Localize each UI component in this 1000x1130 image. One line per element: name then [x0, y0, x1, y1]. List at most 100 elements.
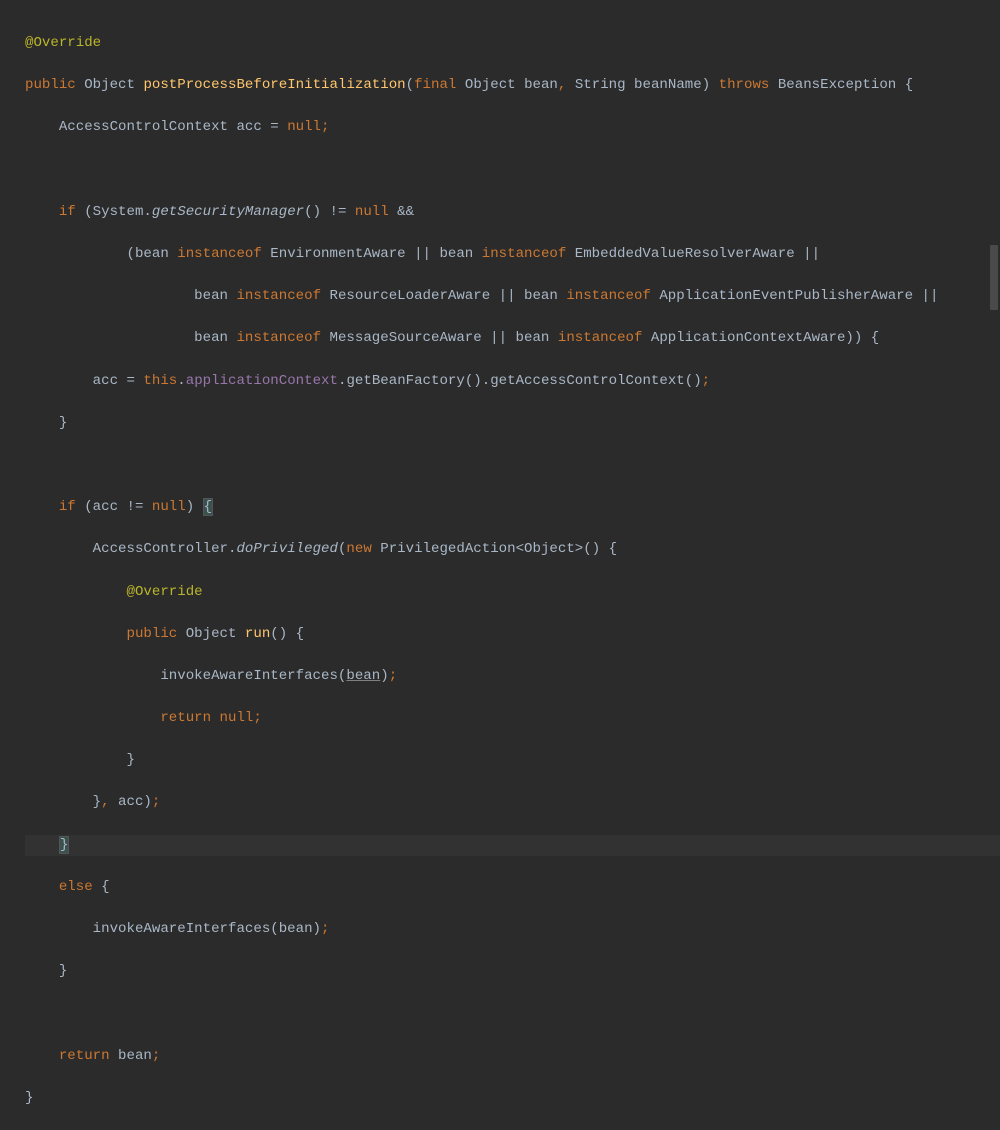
code-text: [456, 77, 464, 93]
keyword-if: if: [25, 204, 76, 220]
captured-variable: bean: [346, 668, 380, 684]
code-text: ): [380, 668, 388, 684]
annotation: @Override: [25, 35, 101, 51]
code-text: {: [93, 879, 110, 895]
semicolon: ;: [152, 1048, 160, 1064]
keyword-null: null: [287, 119, 321, 135]
code-text: [25, 710, 160, 726]
code-text: AccessController.: [25, 541, 236, 557]
semicolon: ;: [253, 710, 261, 726]
keyword-final: final: [414, 77, 456, 93]
keyword-throws: throws: [719, 77, 770, 93]
code-text: MessageSourceAware || bean: [321, 330, 558, 346]
code-line[interactable]: return bean;: [25, 1046, 1000, 1067]
code-text: acc): [110, 794, 152, 810]
code-line[interactable]: [25, 455, 1000, 476]
code-text: AccessControlContext acc =: [25, 119, 287, 135]
keyword-instanceof: instanceof: [177, 246, 262, 262]
code-line[interactable]: if (acc != null) {: [25, 497, 1000, 518]
semicolon: ;: [321, 119, 329, 135]
code-line[interactable]: }: [25, 413, 1000, 434]
code-line[interactable]: }, acc);: [25, 792, 1000, 813]
code-line[interactable]: if (System.getSecurityManager() != null …: [25, 202, 1000, 223]
code-text: }: [25, 752, 135, 768]
code-text: }: [25, 1090, 33, 1106]
keyword-if: if: [25, 499, 76, 515]
param: String beanName: [566, 77, 701, 93]
code-line[interactable]: bean instanceof ResourceLoaderAware || b…: [25, 286, 1000, 307]
code-line[interactable]: }: [25, 961, 1000, 982]
code-text: ): [186, 499, 203, 515]
code-line[interactable]: else {: [25, 877, 1000, 898]
keyword-null: null: [211, 710, 253, 726]
code-text: (System.: [76, 204, 152, 220]
code-line[interactable]: (bean instanceof EnvironmentAware || bea…: [25, 244, 1000, 265]
code-text: }: [25, 963, 67, 979]
code-line[interactable]: @Override: [25, 33, 1000, 54]
code-line[interactable]: [25, 1003, 1000, 1024]
code-text: [25, 1048, 59, 1064]
code-text: EmbeddedValueResolverAware ||: [566, 246, 820, 262]
code-text: .: [177, 373, 185, 389]
code-text: ResourceLoaderAware || bean: [321, 288, 566, 304]
code-line[interactable]: return null;: [25, 708, 1000, 729]
code-text: acc =: [25, 373, 143, 389]
static-method: doPrivileged: [236, 541, 338, 557]
code-line[interactable]: AccessControlContext acc = null;: [25, 117, 1000, 138]
keyword-null: null: [355, 204, 389, 220]
code-line[interactable]: invokeAwareInterfaces(bean);: [25, 919, 1000, 940]
param: Object bean: [465, 77, 558, 93]
method-name: run: [245, 626, 270, 642]
keyword-else: else: [59, 879, 93, 895]
code-text: &&: [389, 204, 414, 220]
code-text: invokeAwareInterfaces(bean): [25, 921, 321, 937]
code-text: [710, 77, 718, 93]
semicolon: ;: [389, 668, 397, 684]
code-line[interactable]: AccessController.doPrivileged(new Privil…: [25, 539, 1000, 560]
code-text: [25, 879, 59, 895]
type: Object: [84, 77, 135, 93]
keyword-instanceof: instanceof: [482, 246, 567, 262]
code-text: bean: [110, 1048, 152, 1064]
scrollbar-track[interactable]: [988, 0, 1000, 567]
code-text: Object: [177, 626, 245, 642]
semicolon: ;: [321, 921, 329, 937]
code-editor[interactable]: @Override public Object postProcessBefor…: [0, 0, 1000, 1130]
keyword-public: public: [25, 77, 76, 93]
field-ref: applicationContext: [186, 373, 338, 389]
code-text: bean: [25, 288, 236, 304]
code-line[interactable]: acc = this.applicationContext.getBeanFac…: [25, 371, 1000, 392]
code-text: (bean: [25, 246, 177, 262]
matched-brace: {: [203, 498, 213, 516]
code-text: invokeAwareInterfaces(: [25, 668, 346, 684]
code-line[interactable]: public Object postProcessBeforeInitializ…: [25, 75, 1000, 96]
comma: ,: [101, 794, 109, 810]
code-line[interactable]: bean instanceof MessageSourceAware || be…: [25, 328, 1000, 349]
code-line[interactable]: @Override: [25, 582, 1000, 603]
code-line-current[interactable]: }: [25, 835, 1000, 856]
code-line[interactable]: invokeAwareInterfaces(bean);: [25, 666, 1000, 687]
code-line[interactable]: public Object run() {: [25, 624, 1000, 645]
keyword-instanceof: instanceof: [558, 330, 643, 346]
scrollbar-thumb[interactable]: [990, 245, 998, 310]
method-name: postProcessBeforeInitialization: [143, 77, 405, 93]
code-text: () {: [270, 626, 304, 642]
keyword-instanceof: instanceof: [566, 288, 651, 304]
code-text: }: [25, 415, 67, 431]
keyword-return: return: [160, 710, 211, 726]
code-line[interactable]: }: [25, 750, 1000, 771]
keyword-public: public: [127, 626, 178, 642]
code-text: .getBeanFactory().getAccessControlContex…: [338, 373, 702, 389]
semicolon: ;: [152, 794, 160, 810]
keyword-instanceof: instanceof: [236, 288, 321, 304]
code-line[interactable]: [25, 160, 1000, 181]
code-line[interactable]: }: [25, 1088, 1000, 1109]
keyword-new: new: [346, 541, 371, 557]
code-text: BeansException {: [769, 77, 913, 93]
code-text: ): [702, 77, 710, 93]
keyword-instanceof: instanceof: [236, 330, 321, 346]
matched-brace: }: [59, 836, 69, 854]
code-text: EnvironmentAware || bean: [262, 246, 482, 262]
code-text: }: [25, 794, 101, 810]
static-method: getSecurityManager: [152, 204, 304, 220]
